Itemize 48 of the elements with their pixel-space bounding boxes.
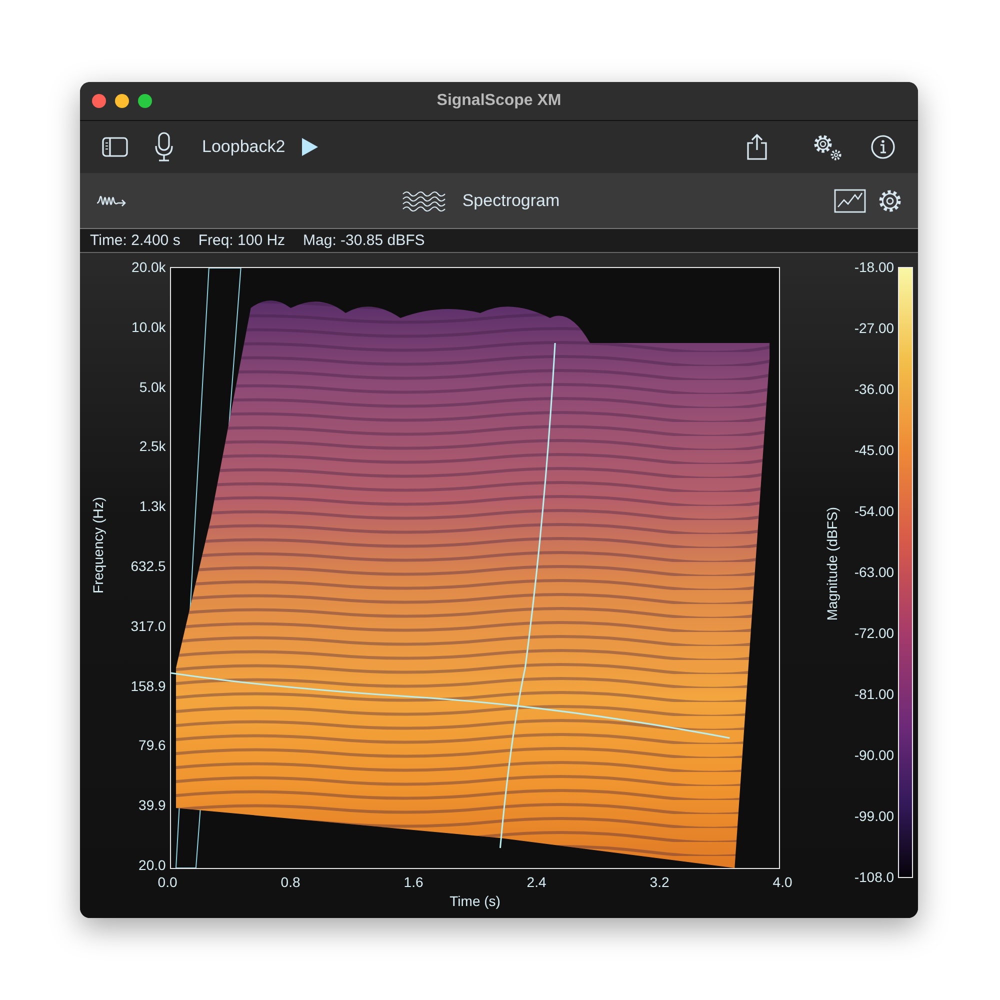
- colorbar-label: Magnitude (dBFS): [824, 507, 840, 621]
- colorbar-tick-label: -63.00: [854, 563, 894, 581]
- x-tick-label: 0.8: [280, 873, 300, 891]
- y-tick-label: 79.6: [138, 736, 166, 754]
- x-axis-label: Time (s): [450, 893, 500, 909]
- y-tick-label: 39.9: [138, 796, 166, 814]
- colorbar-tick-label: -81.00: [854, 685, 894, 703]
- input-source-label[interactable]: Loopback2: [202, 137, 286, 157]
- colorbar-tick-label: -36.00: [854, 380, 894, 398]
- trace-display-icon[interactable]: [834, 188, 866, 212]
- colorbar-tick-label: -18.00: [854, 258, 894, 276]
- x-tick-label: 4.0: [772, 873, 792, 891]
- x-tick-label: 0.0: [158, 873, 178, 891]
- colorbar-tick-label: -72.00: [854, 624, 894, 642]
- colorbar-tick-label: -99.00: [854, 807, 894, 825]
- y-tick-label: 158.9: [130, 676, 166, 695]
- y-tick-label: 20.0: [138, 856, 166, 874]
- y-tick-label: 20.0k: [132, 258, 166, 276]
- y-tick-label: 632.5: [130, 556, 166, 575]
- y-tick-label: 317.0: [130, 616, 166, 635]
- analyzer-title: Spectrogram: [462, 190, 560, 210]
- y-tick-label: 2.5k: [139, 437, 166, 456]
- zoom-button[interactable]: [138, 94, 152, 108]
- y-tick-label: 10.0k: [132, 318, 166, 336]
- x-tick-label: 2.4: [526, 873, 546, 891]
- window-title: SignalScope XM: [436, 92, 562, 110]
- y-tick-label: 5.0k: [139, 378, 166, 396]
- readout-value: Freq: 100 Hz: [198, 232, 286, 249]
- share-icon[interactable]: [746, 133, 768, 161]
- spectrogram-icon: [402, 188, 446, 212]
- colorbar-tick-label: -27.00: [854, 319, 894, 337]
- info-icon[interactable]: [870, 134, 896, 160]
- y-tick-label: 1.3k: [139, 497, 166, 516]
- colorbar-tick-label: -108.0: [854, 868, 894, 886]
- x-tick-label: 1.6: [404, 873, 424, 891]
- settings-icon[interactable]: [878, 188, 902, 212]
- colorbar-tick-label: -90.00: [854, 746, 894, 764]
- colorbar-tick-label: -45.00: [854, 441, 894, 459]
- y-axis-label: Frequency (Hz): [90, 497, 106, 594]
- play-icon[interactable]: [301, 137, 320, 157]
- minimize-button[interactable]: [115, 94, 129, 108]
- colorbar-tick-label: -54.00: [854, 502, 894, 520]
- close-button[interactable]: [92, 94, 106, 108]
- x-tick-label: 3.2: [650, 873, 670, 891]
- readout-value: Mag: -30.85 dBFS: [303, 232, 425, 249]
- microphone-icon[interactable]: [154, 132, 174, 162]
- readout-value: Time: 2.400 s: [90, 232, 180, 249]
- sidebar-icon[interactable]: [102, 136, 128, 158]
